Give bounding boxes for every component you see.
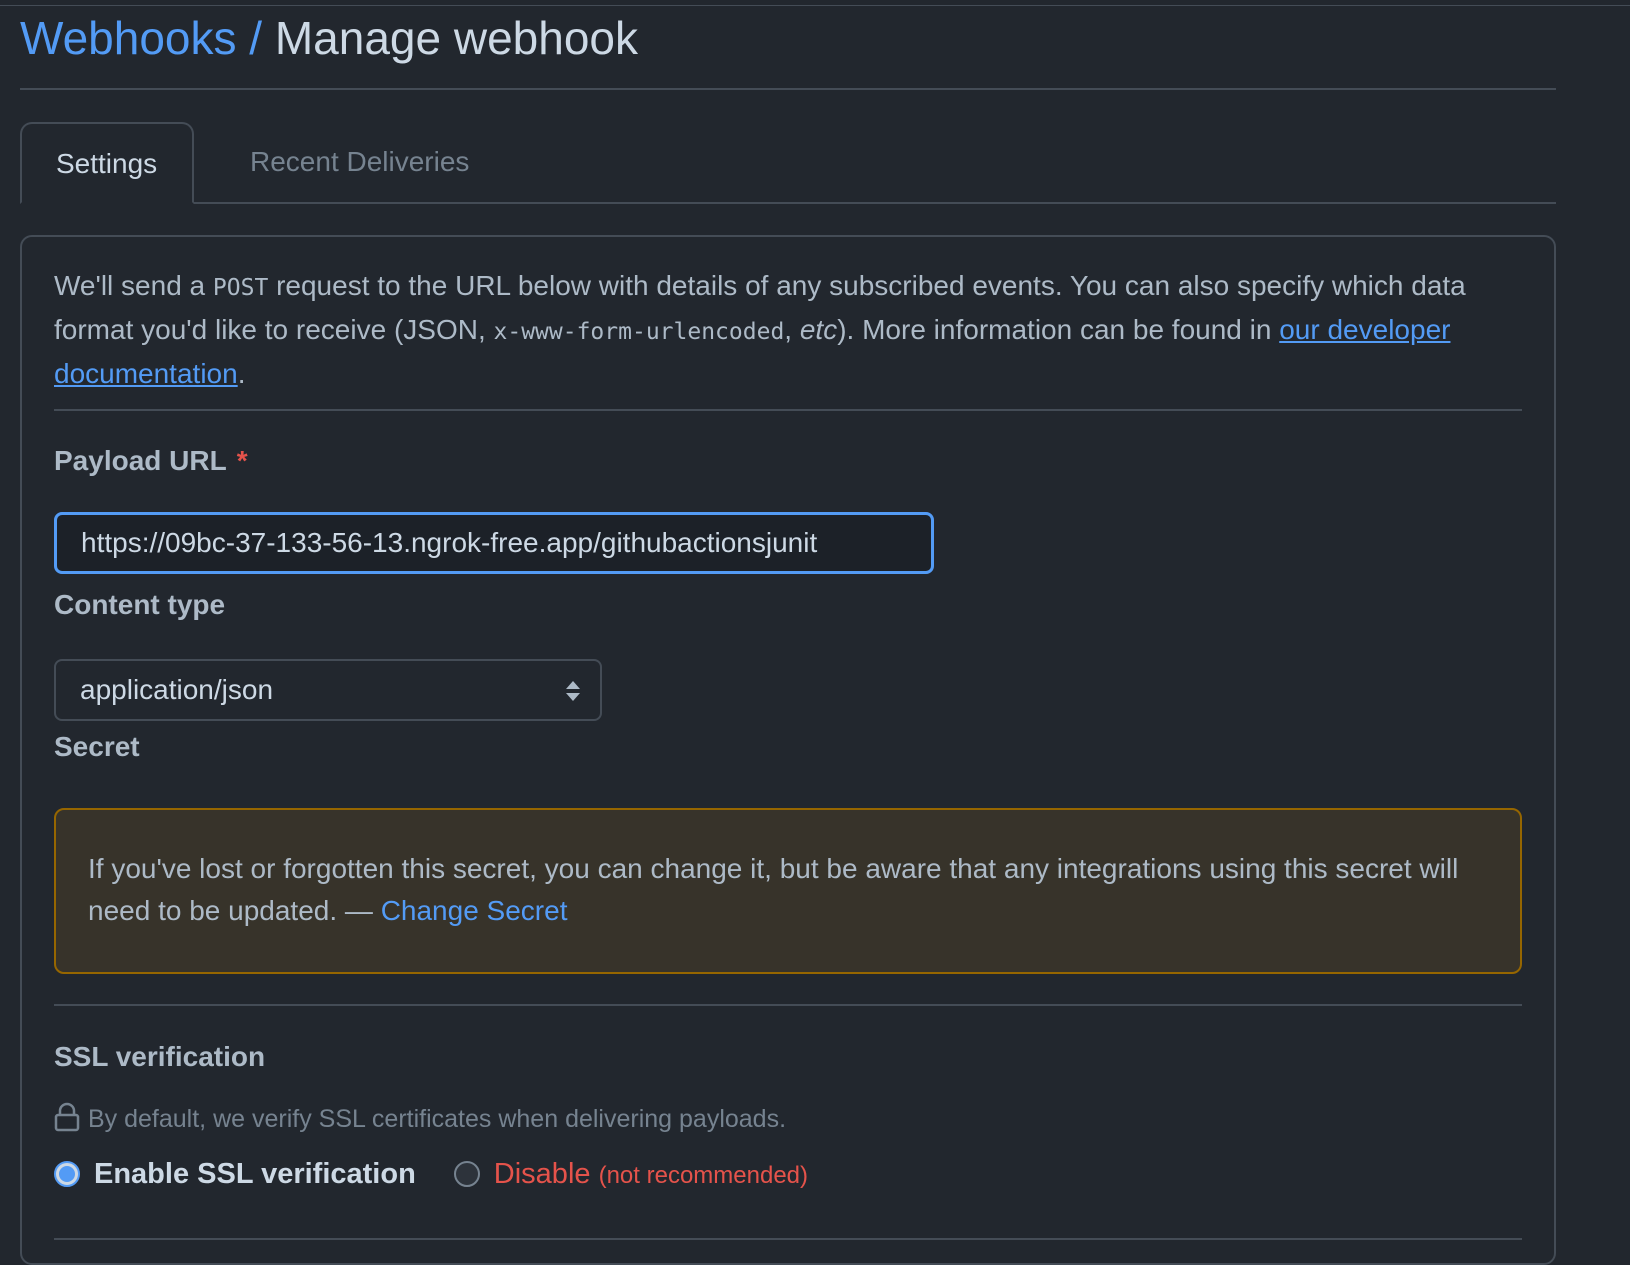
not-recommended-note: (not recommended) <box>598 1161 809 1189</box>
section-divider <box>54 1004 1522 1006</box>
secret-warning-box: If you've lost or forgotten this secret,… <box>54 808 1522 974</box>
content-type-label: Content type <box>54 589 226 620</box>
tab-settings[interactable]: Settings <box>20 122 194 204</box>
intro-part: , <box>784 314 800 345</box>
lock-icon <box>54 1102 80 1139</box>
post-code: POST <box>212 275 269 301</box>
disable-ssl-label[interactable]: Disable (not recommended) <box>494 1158 808 1191</box>
breadcrumb-webhooks-link[interactable]: Webhooks <box>20 12 237 64</box>
secret-label: Secret <box>54 731 140 762</box>
intro-part: . <box>237 358 246 389</box>
disable-ssl-text: Disable <box>493 1157 591 1190</box>
section-divider <box>54 409 1522 411</box>
etc-text: etc <box>799 314 838 345</box>
page-title: Webhooks / Manage webhook <box>20 10 638 66</box>
secret-message-text: If you've lost or forgotten this secret,… <box>88 853 1459 926</box>
intro-text: We'll send a POST request to the URL bel… <box>54 265 1504 395</box>
payload-url-label: Payload URL * <box>54 445 248 477</box>
top-border <box>0 0 1630 6</box>
payload-url-label-text: Payload URL <box>54 445 227 476</box>
settings-panel: We'll send a POST request to the URL bel… <box>20 235 1556 1265</box>
disable-ssl-radio[interactable] <box>453 1161 480 1188</box>
intro-part: ). More information can be found in <box>837 314 1280 345</box>
required-marker: * <box>236 445 248 476</box>
secret-message: If you've lost or forgotten this secret,… <box>88 848 1488 932</box>
ssl-description: By default, we verify SSL certificates w… <box>54 1102 786 1139</box>
enable-ssl-radio[interactable] <box>54 1161 80 1188</box>
header-divider <box>20 88 1556 90</box>
breadcrumb-current: Manage webhook <box>274 12 639 64</box>
change-secret-link[interactable]: Change Secret <box>381 895 568 926</box>
content-type-value: application/json <box>80 674 274 705</box>
enable-ssl-label[interactable]: Enable SSL verification <box>94 1158 416 1191</box>
intro-part: We'll send a <box>54 270 213 301</box>
tab-bar: Settings Recent Deliveries <box>20 122 1556 204</box>
tab-recent-deliveries[interactable]: Recent Deliveries <box>216 122 503 202</box>
ssl-options: Enable SSL verification Disable (not reco… <box>54 1157 808 1207</box>
content-type-select[interactable]: application/json <box>54 659 602 721</box>
payload-url-input[interactable] <box>54 512 934 574</box>
ssl-description-text: By default, we verify SSL certificates w… <box>88 1105 787 1134</box>
form-urlencoded-code: x-www-form-urlencoded <box>493 319 785 345</box>
select-arrows-icon <box>566 681 580 701</box>
ssl-verification-label: SSL verification <box>54 1041 266 1072</box>
section-divider <box>54 1238 1522 1240</box>
breadcrumb-separator: / <box>249 12 263 64</box>
